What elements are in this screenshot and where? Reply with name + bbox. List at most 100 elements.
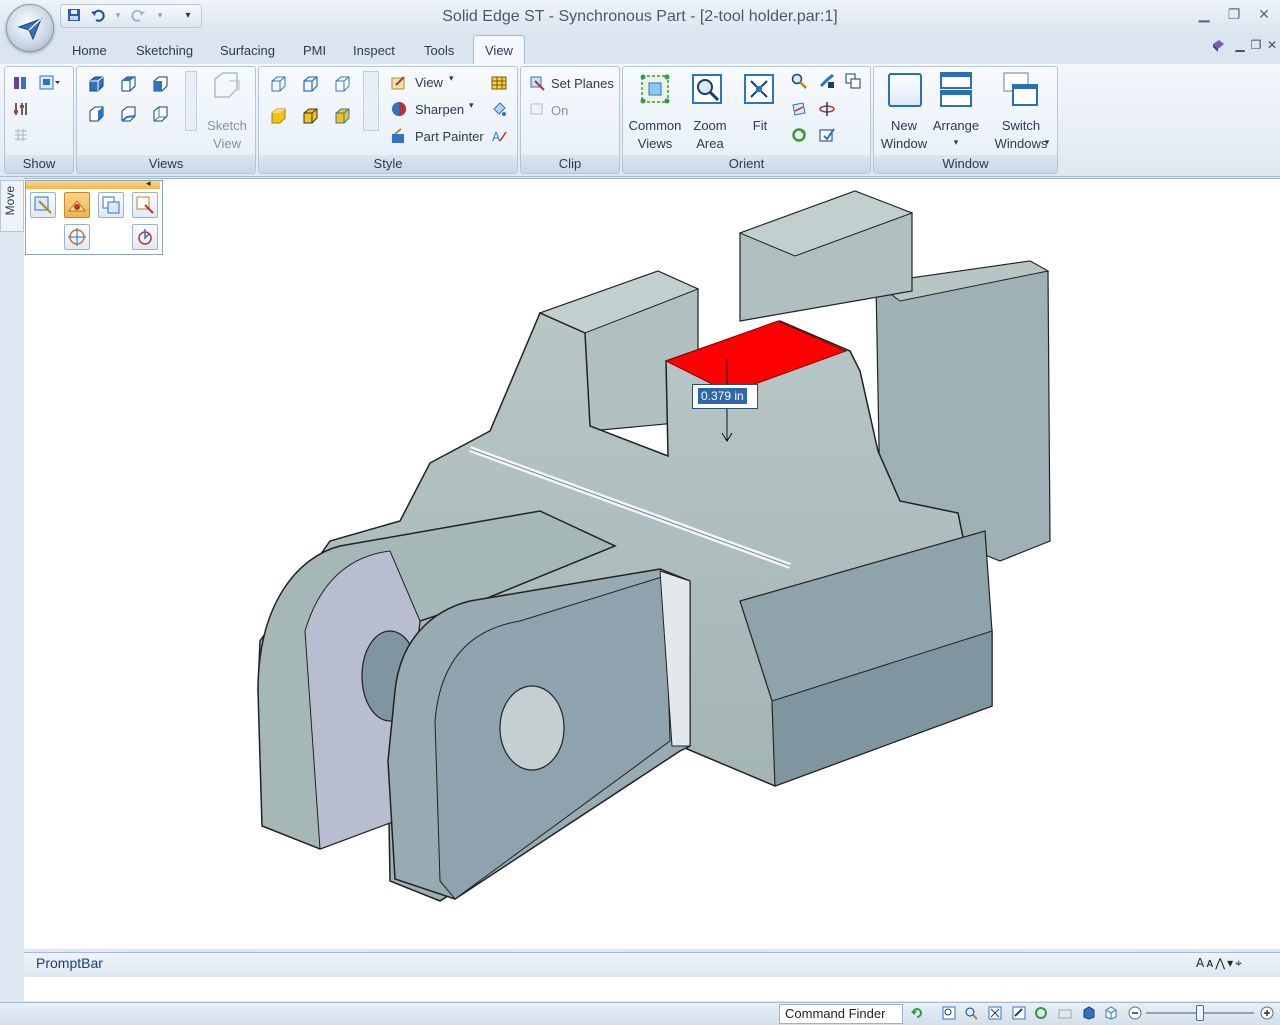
view-orientation-icon[interactable] [791, 101, 807, 117]
doc-close-button[interactable]: ✕ [1264, 38, 1280, 56]
named-views-icon[interactable] [819, 127, 835, 143]
pan-icon[interactable] [819, 73, 835, 89]
zoom-area-label-1[interactable]: Zoom [683, 117, 737, 135]
hidden-edges-icon[interactable] [333, 75, 351, 93]
arrange-icon[interactable] [938, 71, 974, 109]
common-views-label-2[interactable]: Views [623, 135, 687, 153]
live-rules-icon[interactable] [132, 224, 158, 250]
paint-bucket-icon[interactable] [491, 101, 507, 117]
group-style-label: Style [259, 155, 517, 173]
fit-label[interactable]: Fit [737, 117, 783, 135]
status-wireframe-icon[interactable] [1104, 1006, 1118, 1020]
tab-home[interactable]: Home [72, 40, 107, 62]
shaded-icon[interactable] [269, 107, 287, 125]
new-window-label-1[interactable]: New [874, 117, 934, 135]
copy-face-icon[interactable] [98, 192, 124, 218]
visible-edges-icon[interactable] [301, 75, 319, 93]
clip-on-icon[interactable] [529, 101, 545, 117]
steering-wheel-icon[interactable] [64, 224, 90, 250]
help-icon[interactable] [1210, 38, 1226, 56]
fit-icon[interactable] [743, 73, 777, 107]
wireframe-icon[interactable] [269, 75, 287, 93]
status-views-icon[interactable] [1058, 1006, 1072, 1020]
color-grid-icon[interactable] [491, 75, 507, 91]
promptbar-font-controls[interactable]: Aᴀ⋀▾⌖ [1196, 956, 1244, 971]
restore-button[interactable]: ❐ [1222, 5, 1246, 25]
rotate-face-icon[interactable] [132, 192, 158, 218]
application-button[interactable] [6, 4, 54, 52]
part-painter-label[interactable]: Part Painter [415, 129, 484, 144]
dimension-value[interactable]: 0.379 in [698, 388, 747, 404]
sharpen-label[interactable]: Sharpen [415, 102, 464, 117]
graphics-window[interactable] [24, 178, 1280, 949]
status-shaded-icon[interactable] [1082, 1006, 1096, 1020]
sharpen-icon[interactable] [391, 101, 407, 117]
part-painter-icon[interactable] [391, 128, 407, 144]
view-top-icon[interactable] [119, 75, 137, 93]
status-pan-icon[interactable] [1012, 1006, 1026, 1020]
status-zoom-area-icon[interactable] [942, 1006, 956, 1020]
selection-panel-grip[interactable] [26, 181, 160, 189]
zoom-in-icon[interactable] [1260, 1006, 1274, 1020]
close-button[interactable]: ✕ [1252, 5, 1276, 25]
switch-windows-icon[interactable] [1002, 71, 1040, 109]
view-style-label[interactable]: View [415, 75, 443, 90]
switch-windows-dropdown-icon[interactable]: ▾ [1042, 133, 1052, 151]
tab-tools[interactable]: Tools [424, 40, 454, 62]
shaded-edges-icon[interactable] [301, 107, 319, 125]
zoom-icon[interactable] [791, 73, 807, 89]
set-planes-icon[interactable] [529, 75, 545, 91]
set-planes-label[interactable]: Set Planes [551, 76, 614, 91]
sharpen-dropdown-icon[interactable]: ▾ [469, 100, 474, 111]
zoom-area-icon[interactable] [691, 73, 725, 107]
move-face-icon[interactable] [64, 192, 90, 218]
view-iso-icon[interactable] [87, 75, 105, 93]
arrange-dropdown-icon[interactable]: ▾ [928, 133, 984, 151]
common-views-icon[interactable] [639, 73, 673, 107]
view-front-icon[interactable] [151, 75, 169, 93]
status-fit-icon[interactable] [988, 1006, 1002, 1020]
doc-minimize-button[interactable]: ▁ [1232, 38, 1248, 56]
shaded-visible-icon[interactable] [333, 107, 351, 125]
clip-on-label[interactable]: On [551, 103, 568, 118]
selection-mode-icon[interactable] [30, 192, 56, 218]
sketch-view-icon[interactable] [209, 71, 245, 105]
views-gallery-scroll[interactable] [185, 71, 197, 131]
window-icon[interactable] [888, 73, 922, 107]
show-all-icon[interactable] [13, 75, 29, 91]
tab-pmi[interactable]: PMI [303, 40, 326, 62]
selection-panel-collapse-icon[interactable]: ◂ [146, 179, 151, 189]
view-bottom-icon[interactable] [151, 105, 169, 123]
style-gallery-scroll[interactable] [363, 71, 379, 131]
window-title: Solid Edge ST - Synchronous Part - [2-to… [442, 8, 838, 25]
move-tab-label: Move [3, 186, 17, 216]
group-views-label: Views [77, 155, 255, 173]
tab-view[interactable]: View [485, 40, 513, 62]
display-dropdown-icon[interactable] [39, 75, 61, 91]
minimize-button[interactable]: ▁ [1192, 5, 1216, 25]
status-zoom-icon[interactable] [964, 1006, 978, 1020]
zoom-slider-thumb[interactable] [1196, 1005, 1204, 1021]
tab-sketching[interactable]: Sketching [136, 40, 193, 62]
view-right-icon[interactable] [87, 105, 105, 123]
grid-icon[interactable] [13, 127, 29, 143]
doc-restore-button[interactable]: ❐ [1248, 38, 1264, 56]
view-style-dropdown-icon[interactable]: ▾ [449, 73, 454, 84]
rotate-icon[interactable] [791, 127, 807, 143]
zoom-area-label-2[interactable]: Area [683, 135, 737, 153]
text-style-icon[interactable]: A [491, 128, 507, 144]
part-model[interactable] [24, 179, 1280, 949]
common-views-label-1[interactable]: Common [623, 117, 687, 135]
previous-view-icon[interactable] [845, 73, 861, 89]
view-back-icon[interactable] [119, 105, 137, 123]
tab-inspect[interactable]: Inspect [353, 40, 395, 62]
status-rotate-icon[interactable] [1034, 1006, 1048, 1020]
spin-about-icon[interactable] [819, 101, 835, 117]
sliders-icon[interactable] [13, 101, 29, 117]
tab-surfacing[interactable]: Surfacing [220, 40, 275, 62]
zoom-out-icon[interactable] [1128, 1006, 1142, 1020]
new-window-label-2[interactable]: Window [874, 135, 934, 153]
refresh-icon[interactable] [910, 1006, 924, 1020]
view-style-icon[interactable] [391, 75, 407, 91]
group-window-label: Window [874, 155, 1057, 173]
